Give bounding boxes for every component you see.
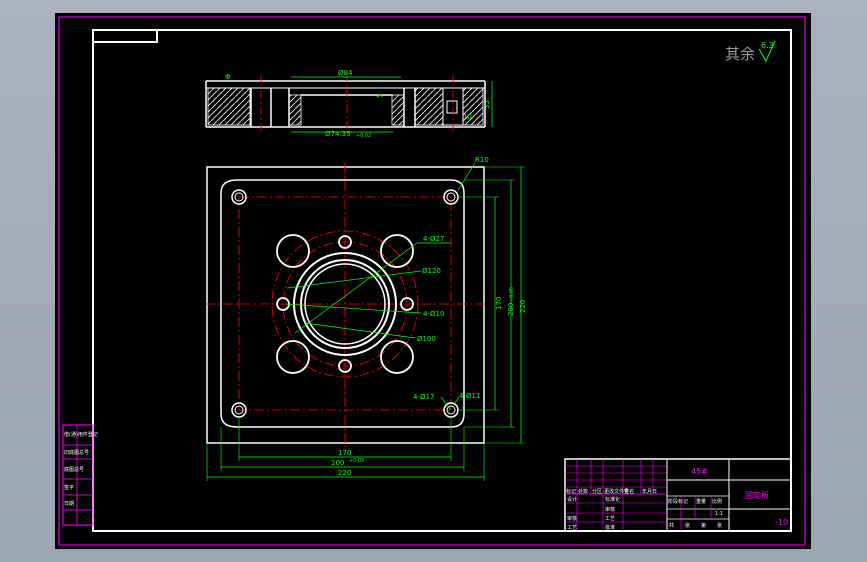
svg-text:35: 35 [483,100,491,109]
corner-code-box [92,29,158,43]
svg-text:底图总号: 底图总号 [64,466,84,473]
svg-text:4-Ø17: 4-Ø17 [413,393,434,401]
svg-text:工艺: 工艺 [567,525,577,531]
svg-text:设计: 设计 [567,496,577,503]
svg-text:Ø100: Ø100 [417,335,436,343]
svg-text:Ø74.35: Ø74.35 [325,130,351,138]
svg-text:+0.02: +0.02 [356,133,371,139]
title-block: 标记 处数 分区 更改文件号 签名 年月日 设计 标准化 审核 工艺 审核 工艺… [564,458,792,532]
svg-text:+0.05: +0.05 [509,287,515,302]
svg-text:220: 220 [338,469,351,477]
svg-text:Ø84: Ø84 [338,69,353,77]
svg-text:审核: 审核 [567,515,577,522]
svg-text:4-Ø27: 4-Ø27 [423,235,444,243]
svg-text:固定板: 固定板 [745,490,769,500]
svg-text:170: 170 [495,297,503,310]
svg-text:第: 第 [701,522,706,529]
cad-viewport[interactable]: 其余 6.3 Ø84 Φ Ø74.35 +0.02 35 10 5 R10 4-… [55,13,811,549]
svg-text:借(通)用件登记: 借(通)用件登记 [64,431,98,438]
svg-text:1:1: 1:1 [715,511,723,517]
svg-text:旧底图总号: 旧底图总号 [64,449,89,456]
svg-text:工艺: 工艺 [605,516,615,522]
svg-text:审核: 审核 [605,506,615,513]
svg-text:阶段标记: 阶段标记 [668,498,688,505]
svg-text:张: 张 [717,522,722,529]
svg-text:10: 10 [463,113,472,121]
left-registration-panel: 借(通)用件登记 旧底图总号 底图总号 签字 日期 [62,424,98,526]
svg-text:日期: 日期 [64,501,74,507]
svg-text:4-Ø11: 4-Ø11 [459,392,480,400]
svg-text:处数: 处数 [578,488,588,495]
svg-text:170: 170 [338,449,351,457]
plan-view [205,163,487,447]
svg-text:4-Ø10: 4-Ø10 [423,310,444,318]
svg-text:Ø120: Ø120 [422,267,441,275]
svg-text:6.3: 6.3 [761,41,774,50]
svg-text:-10: -10 [775,518,788,527]
section-view: Ø84 Φ Ø74.35 +0.02 35 10 5 [205,69,493,139]
svg-text:其余: 其余 [725,45,755,63]
svg-text:张: 张 [685,522,690,529]
svg-text:重量: 重量 [696,498,706,505]
svg-text:+0.05: +0.05 [349,458,364,464]
svg-text:签名: 签名 [624,488,634,495]
surface-finish-note: 其余 6.3 [725,40,776,63]
svg-text:200: 200 [331,459,344,467]
vertical-dimensions: 170 200 +0.05 220 [458,166,527,444]
svg-text:年月日: 年月日 [642,488,657,495]
svg-text:200: 200 [507,303,515,316]
svg-text:比例: 比例 [712,498,722,505]
svg-text:标记: 标记 [566,488,576,495]
svg-text:批准: 批准 [605,524,615,531]
svg-text:分区: 分区 [592,488,602,495]
svg-text:Φ: Φ [225,73,231,81]
drawing-sheet: 其余 6.3 Ø84 Φ Ø74.35 +0.02 35 10 5 R10 4-… [58,16,806,546]
svg-text:签字: 签字 [64,484,74,491]
svg-text:标准化: 标准化 [605,496,620,503]
svg-text:R10: R10 [475,156,489,164]
svg-text:45#: 45# [691,467,708,476]
svg-text:共: 共 [669,522,674,529]
svg-text:220: 220 [519,300,527,313]
svg-text:5: 5 [376,94,384,98]
plan-annotations: R10 4-Ø27 Ø120 4-Ø10 Ø100 4-Ø17 4-Ø11 [284,156,489,411]
